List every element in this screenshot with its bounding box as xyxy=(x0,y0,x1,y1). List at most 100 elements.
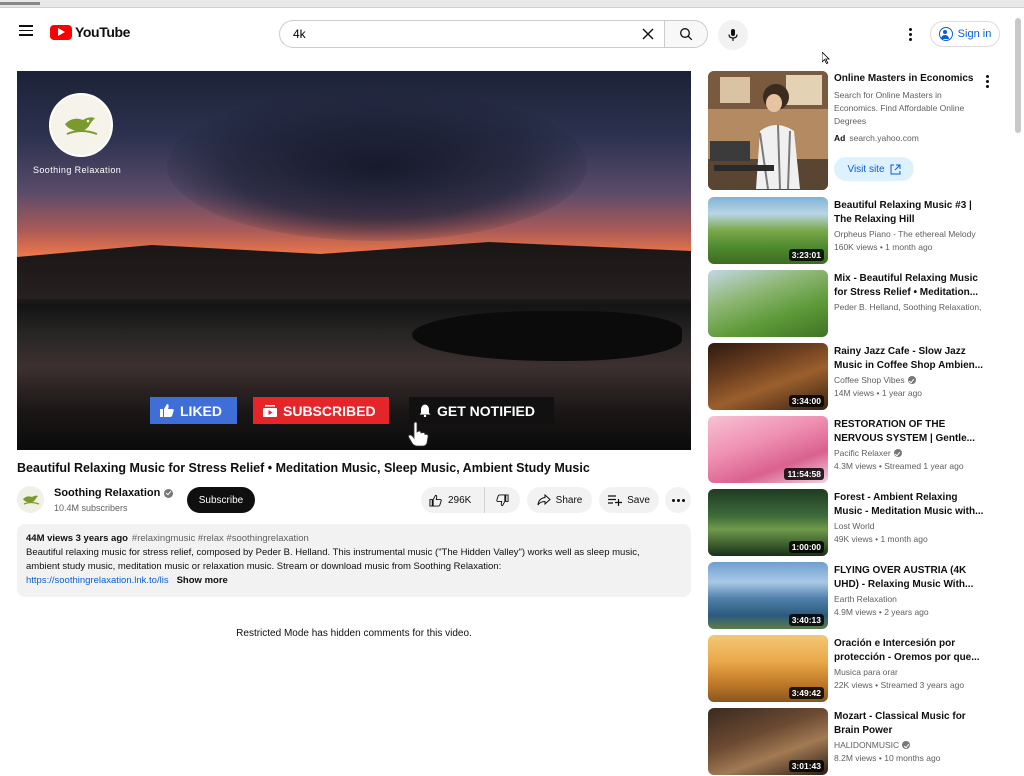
like-button[interactable]: 296K xyxy=(421,487,485,513)
related-video-item[interactable]: 11:54:58 RESTORATION OF THE NERVOUS SYSTE… xyxy=(708,416,998,484)
playlist-add-icon xyxy=(608,495,623,506)
subscribe-button[interactable]: Subscribe xyxy=(187,487,255,513)
page-scrollbar[interactable] xyxy=(1015,18,1021,133)
related-video-channel[interactable]: Peder B. Helland, Soothing Relaxation, R… xyxy=(834,302,984,312)
share-label: Share xyxy=(555,494,583,506)
hashtags[interactable]: #relaxingmusic #relax #soothingrelaxatio… xyxy=(132,533,309,544)
video-thumbnail[interactable]: 3:40:13 xyxy=(708,562,828,629)
related-video-item[interactable]: 3:01:43 Mozart - Classical Music for Brai… xyxy=(708,708,998,776)
youtube-play-icon xyxy=(50,24,72,40)
share-button[interactable]: Share xyxy=(527,487,592,513)
related-video-title[interactable]: Mozart - Classical Music for Brain Power xyxy=(834,710,984,738)
video-frame-hills xyxy=(17,242,691,299)
video-thumbnail[interactable]: 3:49:42 xyxy=(708,635,828,702)
related-video-item[interactable]: 3:40:13 FLYING OVER AUSTRIA (4K UHD) - Re… xyxy=(708,562,998,630)
related-video-title[interactable]: RESTORATION OF THE NERVOUS SYSTEM | Gent… xyxy=(834,418,984,446)
related-video-item[interactable]: 3:23:01 Beautiful Relaxing Music #3 | The… xyxy=(708,197,998,265)
channel-name-text[interactable]: Soothing Relaxation xyxy=(54,487,160,499)
search-box[interactable] xyxy=(279,20,664,48)
thumbs-up-icon xyxy=(160,404,174,417)
description-box[interactable]: 44M views 3 years ago #relaxingmusic #rel… xyxy=(17,524,691,597)
video-thumbnail[interactable]: 1:00:00 xyxy=(708,489,828,556)
related-video-channel-name[interactable]: Orpheus Piano - The ethereal Melody xyxy=(834,229,976,239)
more-actions-icon[interactable] xyxy=(665,487,691,513)
ad-thumbnail[interactable] xyxy=(708,71,828,190)
hand-pointer-icon xyxy=(408,421,429,447)
browser-tab xyxy=(0,2,40,5)
video-thumbnail[interactable]: 3:01:43 xyxy=(708,708,828,775)
related-video-channel-name[interactable]: Pacific Relaxer xyxy=(834,448,891,458)
clear-icon[interactable] xyxy=(640,26,656,42)
mouse-cursor-icon xyxy=(822,52,830,64)
account-icon xyxy=(938,27,953,41)
search-button[interactable] xyxy=(664,20,708,48)
ad-thumbnail-image xyxy=(708,71,828,190)
related-video-channel[interactable]: Orpheus Piano - The ethereal Melody xyxy=(834,229,984,239)
channel-avatar[interactable] xyxy=(17,486,44,513)
ad-title[interactable]: Online Masters in Economics xyxy=(834,73,973,84)
verified-icon xyxy=(164,488,174,498)
show-more-button[interactable]: Show more xyxy=(177,575,228,586)
related-video-title[interactable]: Oración e Intercesión por protección - O… xyxy=(834,637,984,665)
related-video-title[interactable]: Rainy Jazz Cafe - Slow Jazz Music in Cof… xyxy=(834,345,984,373)
search-input[interactable] xyxy=(293,27,633,41)
verified-icon xyxy=(893,449,902,457)
related-video-channel[interactable]: Earth Relaxation xyxy=(834,594,984,604)
video-duration: 3:34:00 xyxy=(788,395,824,407)
sign-in-button[interactable]: Sign in xyxy=(930,21,1000,47)
related-video-meta: 49K views • 1 month ago xyxy=(834,534,928,544)
related-video-title[interactable]: Forest - Ambient Relaxing Music - Medita… xyxy=(834,491,984,519)
related-video-title[interactable]: FLYING OVER AUSTRIA (4K UHD) - Relaxing … xyxy=(834,564,984,592)
related-video-channel-name[interactable]: Lost World xyxy=(834,521,874,531)
bird-icon xyxy=(22,495,39,505)
related-video-item[interactable]: 1:00:00 Forest - Ambient Relaxing Music -… xyxy=(708,489,998,557)
related-video-channel[interactable]: HALIDONMUSIC xyxy=(834,740,984,750)
description-link[interactable]: https://soothingrelaxation.lnk.to/lis xyxy=(26,575,169,586)
ad-source: Ad search.yahoo.com xyxy=(834,133,919,143)
related-video-item[interactable]: Mix - Beautiful Relaxing Music for Stres… xyxy=(708,270,998,338)
video-thumbnail[interactable]: 11:54:58 xyxy=(708,416,828,483)
related-video-channel[interactable]: Lost World xyxy=(834,521,984,531)
related-video-meta: 160K views • 1 month ago xyxy=(834,242,933,252)
related-video-channel-name[interactable]: Musica para orar xyxy=(834,667,898,677)
menu-icon[interactable] xyxy=(14,22,38,46)
video-thumbnail[interactable] xyxy=(708,270,828,337)
voice-search-button[interactable] xyxy=(718,20,748,50)
save-button[interactable]: Save xyxy=(599,487,659,513)
related-video-title[interactable]: Beautiful Relaxing Music #3 | The Relaxi… xyxy=(834,199,984,227)
description-line-3: https://soothingrelaxation.lnk.to/lis Sho… xyxy=(26,574,682,588)
related-video-channel-name[interactable]: HALIDONMUSIC xyxy=(834,740,899,750)
views-date: 44M views 3 years ago xyxy=(26,533,128,544)
video-thumbnail[interactable]: 3:23:01 xyxy=(708,197,828,264)
external-link-icon xyxy=(890,164,901,174)
logo-text: YouTube xyxy=(75,24,131,40)
related-video-channel-name[interactable]: Peder B. Helland, Soothing Relaxation, R… xyxy=(834,302,984,312)
visit-site-button[interactable]: Visit site xyxy=(834,157,914,181)
bell-icon xyxy=(419,404,431,417)
related-video-channel-name[interactable]: Coffee Shop Vibes xyxy=(834,375,905,385)
related-video-channel[interactable]: Pacific Relaxer xyxy=(834,448,984,458)
related-video-meta: 8.2M views • 10 months ago xyxy=(834,753,941,763)
related-video-channel[interactable]: Coffee Shop Vibes xyxy=(834,375,984,385)
thumbs-up-icon xyxy=(429,494,442,507)
related-video-item[interactable]: 3:34:00 Rainy Jazz Cafe - Slow Jazz Music… xyxy=(708,343,998,411)
subscribed-overlay-button: SUBSCRIBED xyxy=(253,397,389,424)
verified-icon xyxy=(907,376,916,384)
related-video-item[interactable]: 3:49:42 Oración e Intercesión por protecc… xyxy=(708,635,998,703)
liked-label: LIKED xyxy=(180,402,222,419)
notified-overlay-button: GET NOTIFIED xyxy=(409,397,554,424)
related-video-title[interactable]: Mix - Beautiful Relaxing Music for Stres… xyxy=(834,272,984,300)
related-video-channel-name[interactable]: Earth Relaxation xyxy=(834,594,897,604)
video-thumbnail[interactable]: 3:34:00 xyxy=(708,343,828,410)
related-video-channel[interactable]: Musica para orar xyxy=(834,667,984,677)
video-player[interactable]: Soothing Relaxation LIKED SUBSCRIBED GET… xyxy=(17,71,691,450)
sidebar-ad[interactable]: Online Masters in Economics Search for O… xyxy=(708,71,998,191)
youtube-logo[interactable]: YouTube xyxy=(50,24,130,40)
search-icon xyxy=(680,28,693,41)
ad-more-icon[interactable] xyxy=(982,73,992,89)
masthead: YouTube Sign in xyxy=(0,8,1024,60)
settings-more-icon[interactable] xyxy=(900,24,920,44)
sign-in-label: Sign in xyxy=(957,28,992,40)
dislike-button[interactable] xyxy=(485,487,519,513)
channel-name[interactable]: Soothing Relaxation xyxy=(54,487,174,499)
